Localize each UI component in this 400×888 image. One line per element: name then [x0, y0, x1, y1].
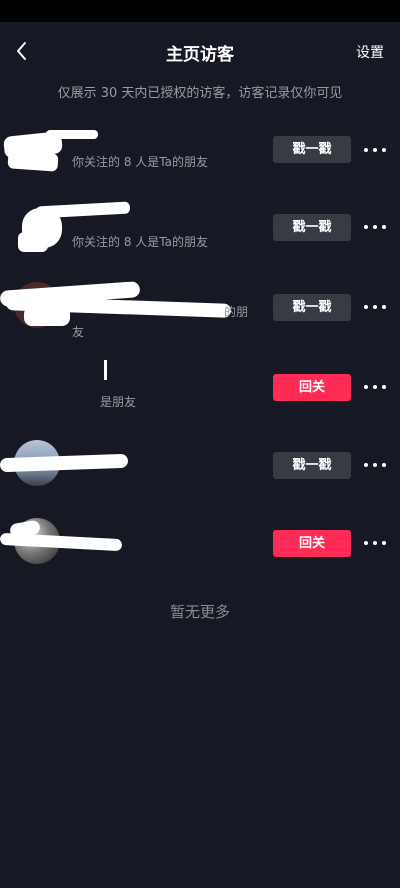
visitor-row[interactable]: 的朋 友 戳一戳 [0, 276, 400, 346]
more-options-icon[interactable] [362, 538, 388, 548]
redacted-name [0, 453, 129, 473]
visitor-row[interactable]: 你关注的 8 人是Ta的朋友 戳一戳 [0, 196, 400, 266]
visitor-row[interactable]: 是朋友 回关 [0, 356, 400, 426]
more-options-icon[interactable] [362, 460, 388, 470]
visitor-subtitle: 是朋友 [100, 395, 137, 409]
status-bar [0, 0, 400, 22]
follow-back-button[interactable]: 回关 [273, 530, 351, 557]
redacted-name [35, 201, 131, 219]
more-options-icon[interactable] [362, 222, 388, 232]
visitor-row[interactable]: 回关 [0, 514, 400, 584]
poke-button[interactable]: 戳一戳 [273, 452, 351, 479]
redacted-name [46, 130, 98, 139]
more-options-icon[interactable] [362, 382, 388, 392]
visitor-subtitle-continued: 友 [72, 325, 85, 339]
follow-back-button[interactable]: 回关 [273, 374, 351, 401]
page-title: 主页访客 [166, 45, 234, 65]
visitor-row[interactable]: 你关注的 8 人是Ta的朋友 戳一戳 [0, 120, 400, 190]
more-options-icon[interactable] [362, 302, 388, 312]
no-more-label: 暂无更多 [169, 603, 230, 621]
redacted-name [104, 360, 107, 380]
visitor-row[interactable]: 戳一戳 [0, 436, 400, 506]
poke-button[interactable]: 戳一戳 [273, 214, 351, 241]
redacted-avatar [24, 306, 70, 326]
redacted-name [7, 150, 59, 172]
settings-button[interactable]: 设置 [356, 42, 384, 62]
visitor-subtitle: 你关注的 8 人是Ta的朋友 [72, 235, 208, 249]
visitor-subtitle: 的朋 [224, 305, 249, 319]
poke-button[interactable]: 戳一戳 [273, 294, 351, 321]
top-bar: 主页访客 设置 [0, 30, 400, 74]
poke-button[interactable]: 戳一戳 [273, 136, 351, 163]
more-options-icon[interactable] [362, 145, 388, 155]
visitor-subtitle: 你关注的 8 人是Ta的朋友 [72, 155, 208, 169]
redacted-name [18, 232, 48, 252]
privacy-notice: 仅展示 30 天内已授权的访客，访客记录仅你可见 [57, 86, 343, 101]
